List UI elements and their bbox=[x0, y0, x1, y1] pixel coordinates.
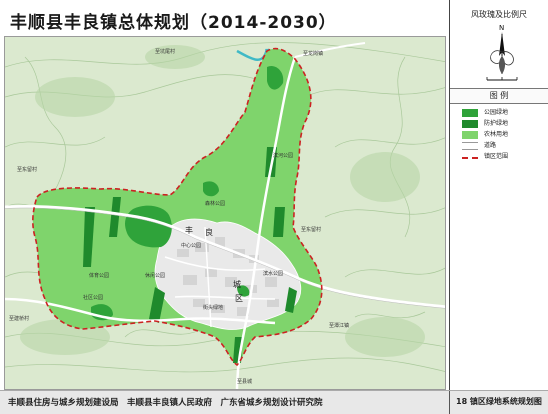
park-label: 休闲公园 bbox=[145, 272, 165, 279]
district-char-2: 良 bbox=[205, 227, 213, 237]
legend-item-protective: 防护绿地 bbox=[462, 119, 548, 129]
legend-label: 镇区范围 bbox=[484, 153, 509, 160]
legend-label: 道路 bbox=[484, 142, 497, 149]
place-label: 至县城 bbox=[237, 378, 252, 385]
legend-heading: 图 例 bbox=[450, 88, 548, 104]
place-label: 至东留村 bbox=[301, 226, 321, 233]
legend-swatch bbox=[462, 109, 478, 117]
place-label: 至坑尾村 bbox=[155, 48, 175, 55]
compass-heading: 风玫瑰及比例尺 bbox=[471, 10, 527, 19]
footer-divider bbox=[449, 391, 450, 414]
sheet-title: 18 镇区绿地系统规划图 bbox=[456, 397, 542, 406]
legend-item-boundary: 镇区范围 bbox=[462, 152, 548, 162]
legend-label: 公园绿地 bbox=[484, 109, 509, 116]
district-char-1: 丰 bbox=[185, 225, 193, 235]
park-label: 社区公园 bbox=[83, 294, 103, 301]
north-letter: N bbox=[499, 24, 504, 32]
map-viewport[interactable]: 丰 良 城 区 至东留村 至龙岗镇 至坑尾村 至建桥村 至潭江镇 至县城 至东留… bbox=[4, 36, 446, 390]
park-label: 街头绿地 bbox=[203, 304, 223, 311]
district-char-4: 区 bbox=[235, 294, 243, 303]
legend-swatch bbox=[462, 131, 478, 139]
district-char-3: 城 bbox=[233, 280, 241, 289]
page-title: 丰顺县丰良镇总体规划（2014-2030） bbox=[10, 13, 337, 33]
title-bar: 丰顺县丰良镇总体规划（2014-2030） bbox=[0, 0, 446, 34]
footer-credits: 丰顺县住房与城乡规划建设局 丰顺县丰良镇人民政府 广东省城乡规划设计研究院 bbox=[8, 398, 323, 408]
legend-swatch bbox=[462, 120, 478, 128]
park-label: 中心公园 bbox=[181, 242, 201, 249]
legend-item-farmland: 农林用地 bbox=[462, 130, 548, 140]
footer-bar: 丰顺县住房与城乡规划建设局 丰顺县丰良镇人民政府 广东省城乡规划设计研究院 18… bbox=[0, 390, 548, 414]
place-label: 至建桥村 bbox=[9, 315, 29, 322]
legend-swatch bbox=[462, 157, 478, 159]
legend-swatch bbox=[462, 142, 478, 150]
legend-label: 农林用地 bbox=[484, 131, 509, 138]
park-label: 森林公园 bbox=[205, 200, 225, 207]
park-label: 滨河公园 bbox=[273, 152, 293, 159]
park-label: 体育公园 bbox=[89, 272, 109, 279]
park-label: 滨水公园 bbox=[263, 270, 283, 277]
legend-label: 防护绿地 bbox=[484, 120, 509, 127]
green-space-map[interactable]: 丰 良 城 区 至东留村 至龙岗镇 至坑尾村 至建桥村 至潭江镇 至县城 至东留… bbox=[5, 37, 446, 390]
legend-item-road: 道路 bbox=[462, 141, 548, 151]
legend-item-park: 公园绿地 bbox=[462, 108, 548, 118]
place-label: 至潭江镇 bbox=[329, 322, 349, 329]
map-sheet: 丰顺县丰良镇总体规划（2014-2030） 丰 良 城 区 至东留村 至龙岗镇 … bbox=[0, 0, 548, 414]
north-arrow-icon: N bbox=[486, 24, 518, 81]
place-label: 至龙岗镇 bbox=[303, 50, 323, 57]
place-label: 至东留村 bbox=[17, 166, 37, 173]
side-panel: 风玫瑰及比例尺 N 图 例 公园绿地 防护绿地 农林用地 道路 镇区范围 bbox=[449, 0, 548, 390]
